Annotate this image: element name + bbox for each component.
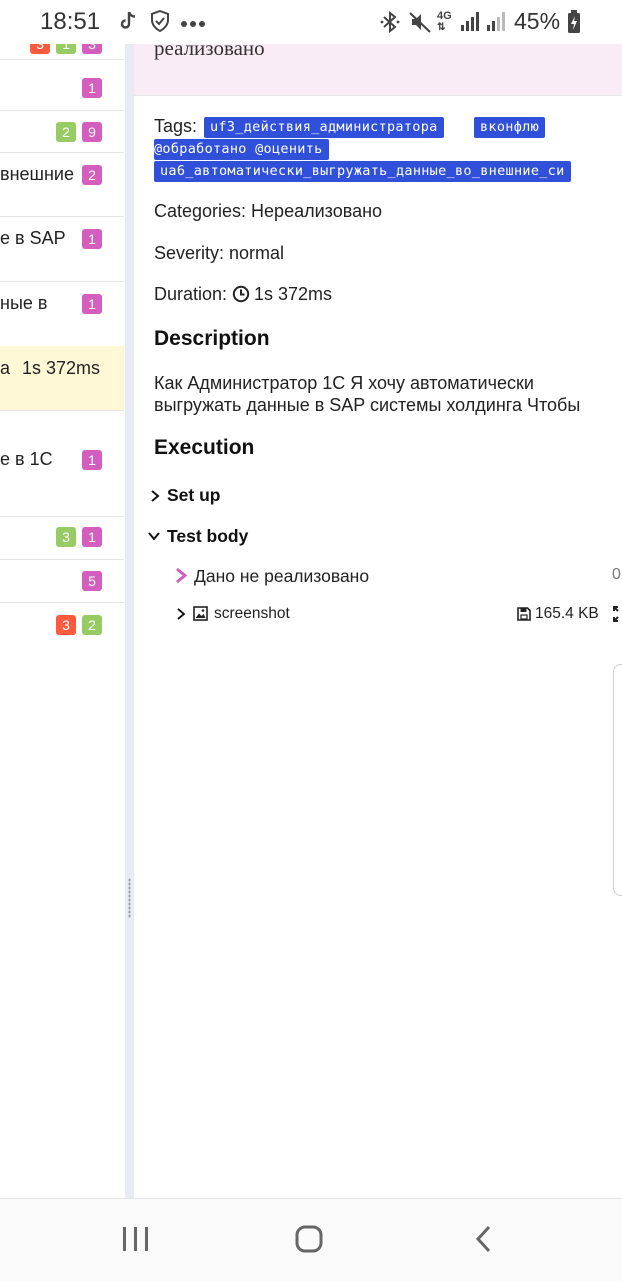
tag: ua6_автоматически_выгружать_данные_во_вн… — [154, 161, 571, 182]
test-detail-pane: реализовано Tags: uf3_действия_администр… — [134, 42, 622, 1198]
unknown-count-badge: 1 — [82, 450, 102, 470]
android-nav-bar — [0, 1198, 622, 1281]
unknown-count-badge: 1 — [82, 78, 102, 98]
expand-icon[interactable] — [613, 606, 622, 627]
test-body-label[interactable]: Test body — [167, 526, 248, 547]
passed-count-badge: 2 — [56, 122, 76, 142]
battery-charging-icon — [567, 10, 581, 40]
signal-icon — [460, 10, 482, 38]
divider — [134, 95, 622, 96]
list-item[interactable]: внешние 2 — [0, 152, 124, 217]
clock-icon — [232, 285, 250, 308]
pane-splitter[interactable] — [125, 42, 134, 1198]
save-icon — [517, 607, 531, 626]
home-icon[interactable] — [294, 1224, 324, 1259]
categories: Categories: Нереализовано — [154, 201, 383, 221]
4g-icon: 4G ⇅ — [437, 10, 452, 34]
list-item[interactable]: ные в 1 — [0, 281, 124, 347]
severity: Severity: normal — [154, 243, 285, 263]
list-item[interactable]: 3 2 — [0, 602, 124, 645]
list-item-selected[interactable]: а 1s 372ms — [0, 346, 124, 411]
tag: uf3_действия_администратора — [204, 117, 444, 138]
test-tree-pane[interactable]: 3 1 3 1 2 9 внешние 2 е в SAP 1 ные в 1 … — [0, 42, 126, 1198]
attachment-label[interactable]: screenshot — [214, 605, 290, 623]
setup-label[interactable]: Set up — [167, 485, 220, 506]
step-status-chevron-icon — [176, 567, 188, 584]
list-item[interactable]: 5 — [0, 559, 124, 603]
description-text: Как Администратор 1С Я хочу автоматическ… — [154, 373, 581, 415]
description-heading: Description — [154, 327, 270, 350]
status-bar: 18:51 4G ⇅ 45% — [0, 0, 622, 44]
list-item[interactable]: 3 1 — [0, 516, 124, 560]
tag: вконфлю — [474, 117, 545, 138]
signal-icon-2 — [486, 10, 508, 38]
list-item-duration: 1s 372ms — [22, 358, 101, 378]
list-item-label: внешние — [0, 164, 74, 184]
unknown-count-badge: 1 — [82, 527, 102, 547]
attachment-size: 165.4 KB — [535, 605, 599, 622]
clock: 18:51 — [40, 8, 101, 35]
list-item[interactable]: 2 9 — [0, 110, 124, 153]
battery-percent: 45% — [514, 8, 561, 34]
unknown-count-badge: 2 — [82, 165, 102, 185]
list-item-label: е в SAP — [0, 228, 66, 248]
tag: @обработано @оценить — [154, 139, 329, 160]
list-item-label: а — [0, 358, 11, 378]
list-item[interactable]: 1 — [0, 68, 124, 111]
duration-value: 1s 372ms — [254, 284, 333, 304]
test-header: реализовано — [134, 42, 622, 95]
list-item[interactable]: е в SAP 1 — [0, 216, 124, 282]
list-item[interactable]: 3 1 3 — [0, 42, 124, 60]
execution-heading: Execution — [154, 436, 255, 459]
unknown-count-badge: 1 — [82, 229, 102, 249]
list-item-label: е в 1С — [0, 449, 53, 469]
chevron-right-icon[interactable] — [174, 607, 188, 621]
unknown-count-badge: 1 — [82, 294, 102, 314]
splitter-grip-icon[interactable] — [128, 878, 131, 918]
attachment-preview-frame — [613, 664, 622, 896]
back-icon[interactable] — [474, 1224, 494, 1259]
list-item[interactable]: е в 1С 1 — [0, 438, 124, 517]
image-icon — [193, 606, 208, 626]
recent-apps-icon[interactable] — [121, 1225, 151, 1258]
step-time: 0 — [612, 566, 621, 583]
chevron-right-icon[interactable] — [148, 489, 162, 503]
step-label[interactable]: Дано не реализовано — [194, 566, 369, 587]
bluetooth-icon — [380, 10, 400, 40]
passed-count-badge: 2 — [82, 615, 102, 635]
chevron-down-icon[interactable] — [147, 529, 161, 543]
unknown-count-badge: 9 — [82, 122, 102, 142]
tags-label: Tags: — [154, 116, 198, 136]
failed-count-badge: 3 — [56, 615, 76, 635]
test-title: реализовано — [154, 42, 265, 60]
passed-count-badge: 3 — [56, 527, 76, 547]
duration-label: Duration: — [154, 284, 228, 304]
list-item-label: ные в — [0, 293, 48, 313]
tiktok-icon — [118, 10, 138, 38]
mute-icon — [408, 10, 432, 40]
unknown-count-badge: 5 — [82, 571, 102, 591]
shield-check-icon — [150, 9, 170, 38]
more-dots-icon — [180, 12, 208, 35]
network-type: 4G — [437, 10, 452, 22]
